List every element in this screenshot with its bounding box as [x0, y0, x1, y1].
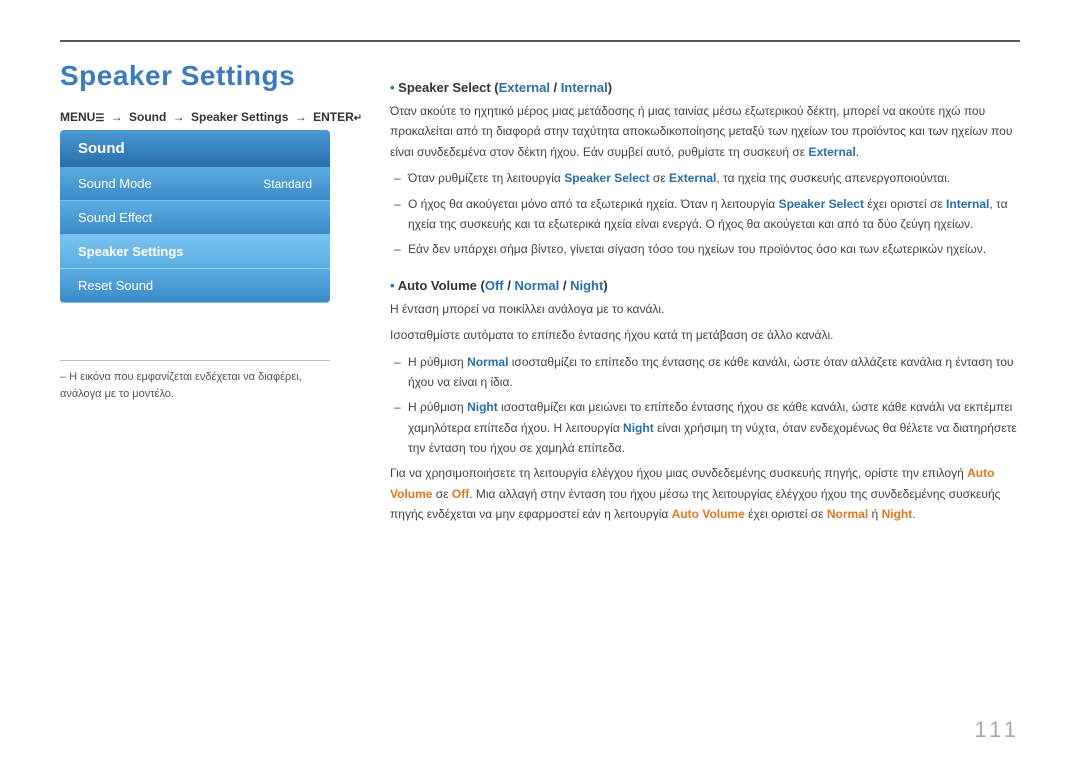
- section1-title-normal: Speaker Select (: [398, 80, 498, 95]
- sidebar-item-speaker-settings[interactable]: Speaker Settings: [60, 235, 330, 269]
- dash2: Ο ήχος θα ακούγεται μόνο από τα εξωτερικ…: [390, 194, 1020, 235]
- page-title: Speaker Settings: [60, 60, 295, 92]
- external-link: External: [808, 145, 855, 159]
- sidebar-header: Sound: [60, 130, 330, 167]
- menu-enter: ENTER: [313, 110, 354, 124]
- sidebar-item-label: Reset Sound: [78, 278, 153, 293]
- section1-body: Όταν ακούτε το ηχητικό μέρος μιας μετάδο…: [390, 101, 1020, 260]
- section2-para1: Η ένταση μπορεί να ποικίλλει ανάλογα με …: [390, 299, 1020, 319]
- section2-dash2: Η ρύθμιση Night ισοσταθμίζει και μειώνει…: [390, 397, 1020, 458]
- section1-internal: Internal: [561, 80, 608, 95]
- section-speaker-select: • Speaker Select (External / Internal) Ό…: [390, 80, 1020, 260]
- page-number: 111: [975, 717, 1020, 743]
- section2-normal: Normal: [514, 278, 559, 293]
- section2-title: • Auto Volume (Off / Normal / Night): [390, 278, 1020, 293]
- sidebar-item-value: Standard: [263, 177, 312, 191]
- dash3: Εάν δεν υπάρχει σήμα βίντεο, γίνεται σίγ…: [390, 239, 1020, 259]
- sidebar-item-sound-effect[interactable]: Sound Effect: [60, 201, 330, 235]
- top-divider: [60, 40, 1020, 42]
- section1-title: • Speaker Select (External / Internal): [390, 80, 1020, 95]
- menu-path: MENU☰ → Sound → Speaker Settings → ENTER…: [60, 110, 362, 124]
- menu-speaker-settings: Speaker Settings: [191, 110, 288, 124]
- menu-sound: Sound: [129, 110, 166, 124]
- sidebar-item-label: Sound Effect: [78, 210, 152, 225]
- section1-para: Όταν ακούτε το ηχητικό μέρος μιας μετάδο…: [390, 101, 1020, 162]
- section2-para3: Για να χρησιμοποιήσετε τη λειτουργία ελέ…: [390, 463, 1020, 524]
- section-auto-volume: • Auto Volume (Off / Normal / Night) Η έ…: [390, 278, 1020, 525]
- section2-dash1: Η ρύθμιση Normal ισοσταθμίζει το επίπεδο…: [390, 352, 1020, 393]
- sidebar-item-reset-sound[interactable]: Reset Sound: [60, 269, 330, 303]
- sidebar-note: – Η εικόνα που εμφανίζεται ενδέχεται να …: [60, 360, 330, 402]
- menu-icon: MENU: [60, 110, 95, 124]
- section2-night: Night: [570, 278, 603, 293]
- sidebar-item-label: Speaker Settings: [78, 244, 184, 259]
- content-area: • Speaker Select (External / Internal) Ό…: [390, 80, 1020, 703]
- dash1: Όταν ρυθμίζετε τη λειτουργία Speaker Sel…: [390, 168, 1020, 188]
- sidebar-item-sound-mode[interactable]: Sound Mode Standard: [60, 167, 330, 201]
- section2-para2: Ισοσταθμίστε αυτόματα το επίπεδο έντασης…: [390, 325, 1020, 345]
- section2-off: Off: [485, 278, 504, 293]
- sidebar: Sound Sound Mode Standard Sound Effect S…: [60, 130, 330, 303]
- sidebar-item-label: Sound Mode: [78, 176, 152, 191]
- section2-body: Η ένταση μπορεί να ποικίλλει ανάλογα με …: [390, 299, 1020, 525]
- section1-external: External: [499, 80, 550, 95]
